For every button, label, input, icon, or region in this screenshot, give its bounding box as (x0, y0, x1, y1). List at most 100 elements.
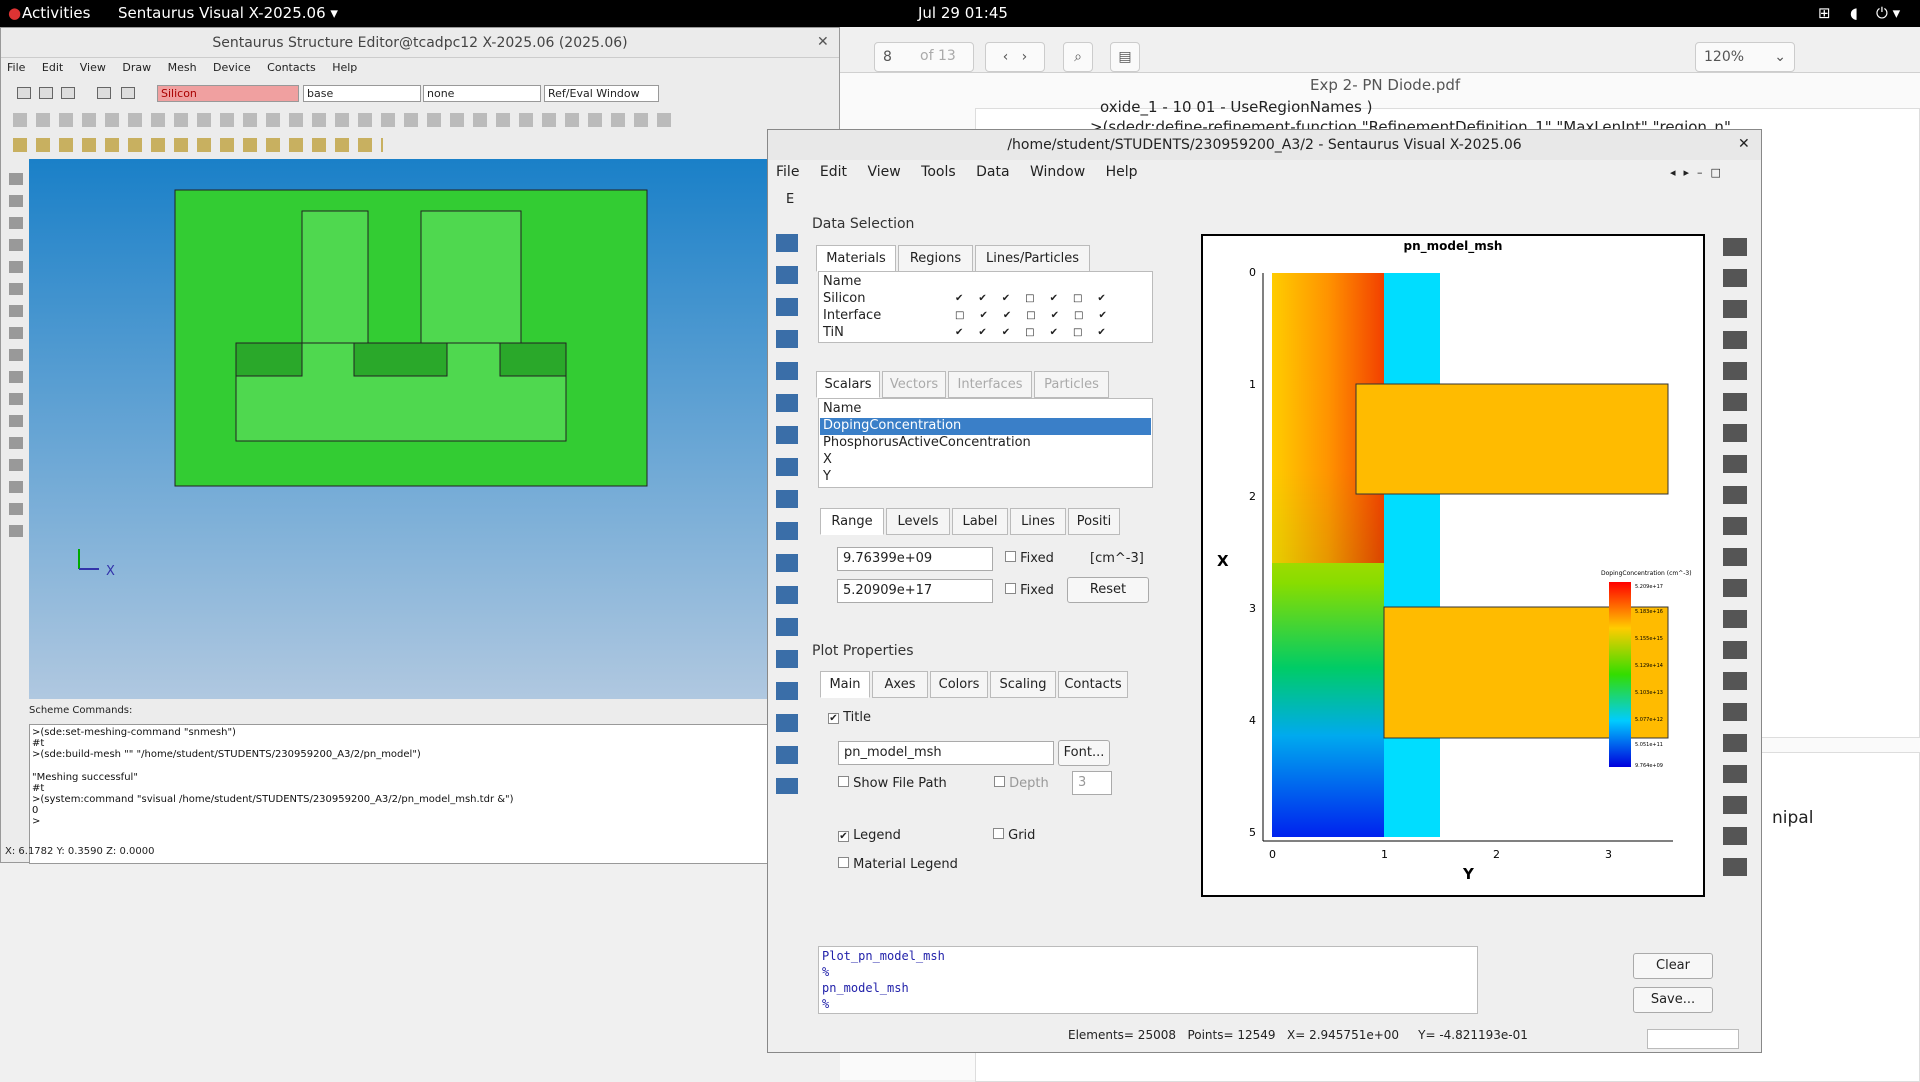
font-button[interactable]: Font... (1058, 740, 1110, 766)
menu-mesh[interactable]: Mesh (168, 61, 197, 74)
range-min-input[interactable]: 9.76399e+09 (837, 547, 993, 571)
close-icon[interactable]: ✕ (817, 34, 829, 50)
activities-button[interactable]: Activities (22, 4, 90, 22)
clock[interactable]: Jul 29 01:45 (918, 4, 1008, 22)
material-row[interactable]: Silicon (823, 291, 865, 306)
material-checkboxes[interactable]: ✔✔✔□✔□✔ □✔✔□✔□✔ ✔✔✔□✔□✔ (955, 290, 1135, 340)
legend-colorbar (1609, 582, 1631, 767)
app-menu[interactable]: Sentaurus Visual X-2025.06 ▾ (118, 4, 338, 22)
range-max-input[interactable]: 5.20909e+17 (837, 579, 993, 603)
right-toolbar[interactable] (1723, 238, 1747, 878)
menu-help[interactable]: Help (332, 61, 357, 74)
left-toolbar[interactable] (776, 234, 798, 794)
tab-lines-particles[interactable]: Lines/Particles (975, 245, 1090, 272)
menu-window[interactable]: Window (1030, 164, 1085, 180)
tcl-console[interactable]: Plot_pn_model_msh % pn_model_msh % (818, 946, 1478, 1014)
side-toolbar[interactable] (9, 173, 23, 543)
tab-axes[interactable]: Axes (872, 671, 928, 698)
plot-title: pn_model_msh (1404, 239, 1503, 254)
save-icon[interactable] (61, 87, 75, 99)
tab-scalars[interactable]: Scalars (816, 371, 880, 398)
region-substrate (174, 189, 648, 487)
legend-checkbox[interactable]: ✔ Legend (838, 828, 901, 843)
show-path-checkbox[interactable]: Show File Path (838, 776, 947, 791)
redo-icon[interactable] (121, 87, 135, 99)
menu-device[interactable]: Device (213, 61, 251, 74)
clear-button[interactable]: Clear (1633, 953, 1713, 979)
pdf-text-line: nipal (1772, 808, 1814, 828)
tab-contacts[interactable]: Contacts (1058, 671, 1128, 698)
save-button[interactable]: Save... (1633, 987, 1713, 1013)
status-input[interactable] (1647, 1029, 1739, 1049)
tab-regions[interactable]: Regions (898, 245, 973, 272)
pdf-sidebar-icon[interactable]: ▤ (1110, 42, 1140, 72)
power-icon[interactable]: ⏻ ▾ (1876, 4, 1900, 22)
menu-edit[interactable]: Edit (820, 164, 847, 180)
tab-position[interactable]: Positi (1068, 508, 1120, 535)
menu-help[interactable]: Help (1106, 164, 1138, 180)
menu-tools[interactable]: Tools (921, 164, 956, 180)
undo-icon[interactable] (97, 87, 111, 99)
material-legend-checkbox[interactable]: Material Legend (838, 857, 958, 872)
tab-interfaces[interactable]: Interfaces (948, 371, 1032, 398)
eval-window-select[interactable]: Ref/Eval Window (544, 85, 659, 102)
open-icon[interactable] (39, 87, 53, 99)
menu-file[interactable]: File (7, 61, 25, 74)
menu-view[interactable]: View (867, 164, 900, 180)
scalar-row[interactable]: PhosphorusActiveConcentration (823, 435, 1031, 450)
menu-data[interactable]: Data (976, 164, 1009, 180)
tab-scaling[interactable]: Scaling (990, 671, 1056, 698)
tab-materials[interactable]: Materials (816, 245, 896, 272)
tab-levels[interactable]: Levels (886, 508, 950, 535)
menu-draw[interactable]: Draw (122, 61, 151, 74)
tab-colors[interactable]: Colors (930, 671, 988, 698)
material-row[interactable]: Interface (823, 308, 881, 323)
scheme-console[interactable]: >(sde:set-meshing-command "snmesh") #t >… (29, 724, 769, 864)
tab-range[interactable]: Range (820, 508, 884, 535)
plot-area[interactable]: pn_model_msh 0 1 2 3 4 5 0 1 2 3 Y X Dop… (1201, 234, 1705, 897)
menu-view[interactable]: View (80, 61, 106, 74)
volume-icon[interactable]: ◖ (1850, 4, 1858, 22)
material-row[interactable]: TiN (823, 325, 844, 340)
pdf-prev-next-button[interactable]: ‹ › (985, 42, 1045, 72)
new-icon[interactable] (17, 87, 31, 99)
tab-main[interactable]: Main (820, 671, 870, 698)
title-input[interactable]: pn_model_msh (838, 741, 1054, 765)
tab-label[interactable]: Label (952, 508, 1008, 535)
structure-editor-window: Sentaurus Structure Editor@tcadpc12 X-20… (0, 27, 840, 864)
close-icon[interactable]: ✕ (1738, 136, 1750, 152)
scalar-row[interactable]: X (823, 452, 832, 467)
menu-file[interactable]: File (776, 164, 799, 180)
structure-canvas[interactable] (29, 159, 769, 699)
e-button[interactable]: E (786, 192, 794, 207)
menu-contacts[interactable]: Contacts (267, 61, 316, 74)
legend-value: 5.183e+16 (1635, 609, 1663, 615)
menu-edit[interactable]: Edit (42, 61, 63, 74)
fixed-max-checkbox[interactable]: Fixed (1005, 583, 1054, 598)
scheme-label: Scheme Commands: (29, 705, 133, 716)
edit-toolbar[interactable] (13, 138, 383, 152)
depth-input[interactable]: 3 (1072, 771, 1112, 795)
tab-vectors[interactable]: Vectors (882, 371, 946, 398)
tab-particles[interactable]: Particles (1034, 371, 1109, 398)
draw-toolbar[interactable] (13, 113, 673, 127)
network-icon[interactable]: ⊞ (1818, 4, 1831, 22)
pdf-search-icon[interactable]: ⌕ (1063, 42, 1093, 72)
legend-title: DopingConcentration (cm^-3) (1601, 570, 1692, 577)
fixed-min-checkbox[interactable]: Fixed (1005, 551, 1054, 566)
scalar-row[interactable]: Y (823, 469, 831, 484)
region-select[interactable]: base (303, 85, 421, 102)
tab-lines[interactable]: Lines (1010, 508, 1066, 535)
window-controls[interactable]: ◂▸–□ (1670, 166, 1729, 179)
material-select[interactable]: Silicon (157, 85, 299, 102)
status-points: Points= 12549 (1187, 1028, 1276, 1042)
pdf-zoom-select[interactable]: 120% ⌄ (1695, 42, 1795, 72)
reset-button[interactable]: Reset (1067, 577, 1149, 603)
ytick-0: 0 (1249, 266, 1256, 279)
window-title: Sentaurus Structure Editor@tcadpc12 X-20… (1, 28, 839, 58)
refinement-select[interactable]: none (423, 85, 541, 102)
scalar-row[interactable]: DopingConcentration (823, 418, 961, 433)
depth-label: Depth (994, 776, 1049, 791)
grid-checkbox[interactable]: Grid (993, 828, 1035, 843)
title-checkbox[interactable]: ✔ Title (828, 710, 871, 725)
